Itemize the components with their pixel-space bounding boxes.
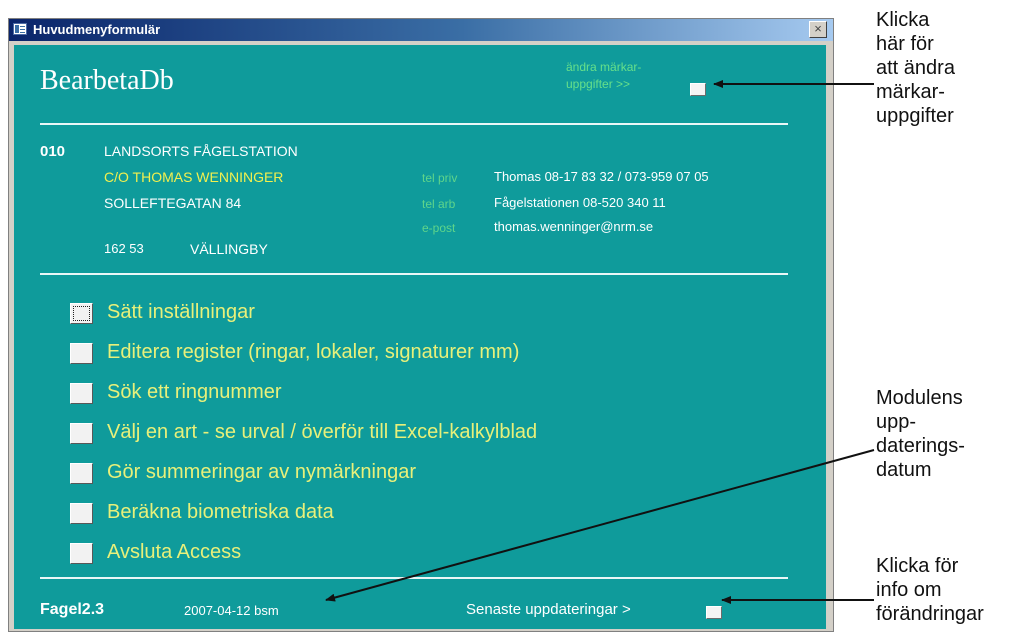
annotation-arrows (325, 80, 875, 604)
date-note-arrow (325, 449, 875, 602)
